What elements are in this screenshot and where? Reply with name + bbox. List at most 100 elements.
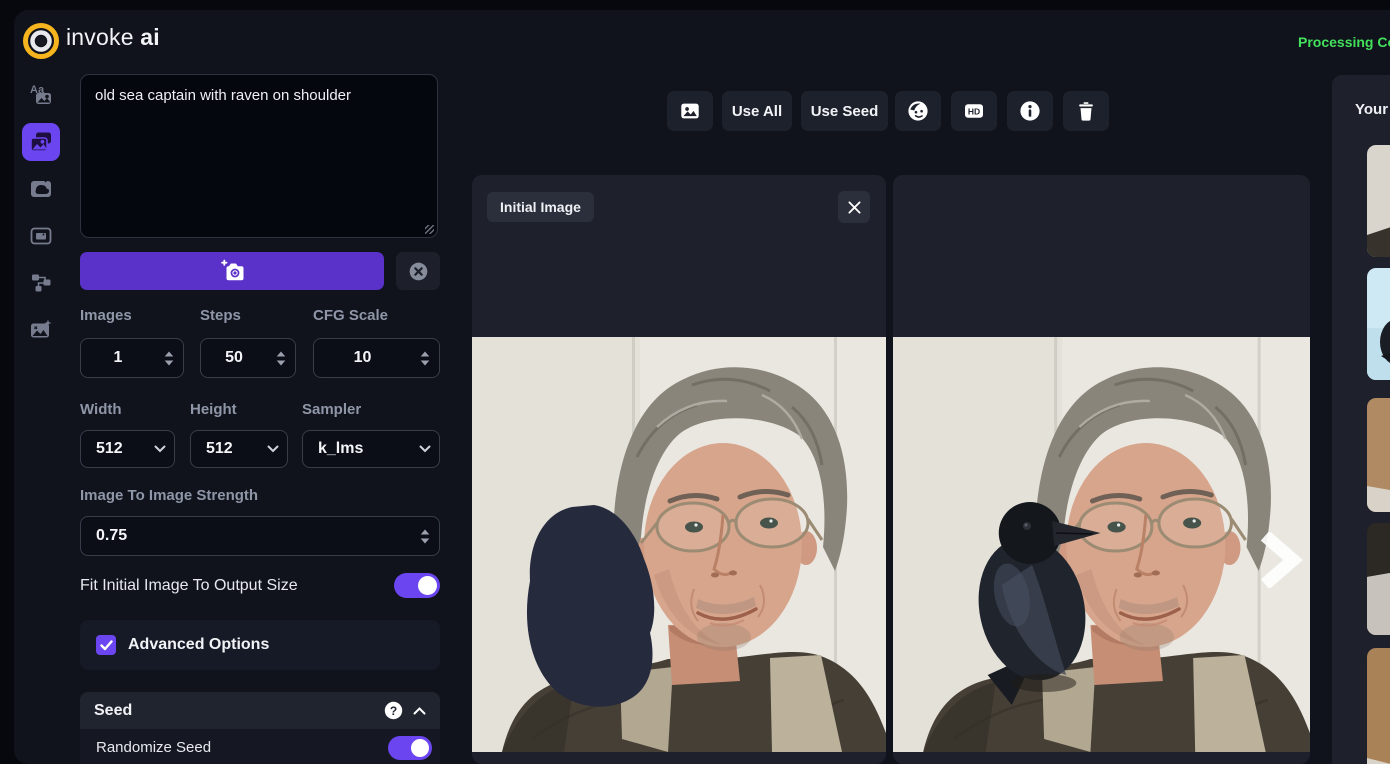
strength-input[interactable]: 0.75	[80, 516, 440, 556]
image-to-image-icon	[28, 129, 54, 155]
app-window: invoke ai Processing Complete Aa	[14, 10, 1390, 764]
outpainting-icon	[28, 223, 54, 249]
trash-icon	[1075, 100, 1097, 122]
images-value: 1	[81, 349, 155, 367]
images-label: Images	[80, 307, 132, 324]
image-icon	[679, 100, 701, 122]
invoke-button[interactable]	[80, 252, 384, 290]
seed-title: Seed	[94, 702, 384, 720]
close-icon	[848, 201, 861, 214]
upscale-button[interactable]: HD	[951, 91, 997, 131]
sidebar-item-outpainting[interactable]	[22, 217, 60, 255]
restore-faces-button[interactable]	[895, 91, 941, 131]
seed-accordion-header[interactable]: Seed ?	[80, 692, 440, 729]
initial-image-badge: Initial Image	[487, 192, 594, 222]
thumbnail-image	[1367, 398, 1390, 512]
cfg-scale-label: CFG Scale	[313, 307, 388, 324]
sidebar-item-text-to-image[interactable]: Aa	[22, 76, 60, 114]
sampler-label: Sampler	[302, 401, 361, 418]
initial-image[interactable]	[472, 337, 886, 752]
height-select[interactable]: 512	[190, 430, 288, 468]
sidebar-item-nodes[interactable]	[22, 264, 60, 302]
cfg-scale-input[interactable]: 10	[313, 338, 440, 378]
inpainting-icon	[28, 176, 54, 202]
randomize-seed-label: Randomize Seed	[96, 739, 211, 756]
advanced-options-label: Advanced Options	[128, 636, 269, 654]
svg-text:?: ?	[390, 704, 397, 718]
gallery-thumbnail[interactable]	[1367, 268, 1390, 380]
brand-bold: ai	[140, 24, 160, 50]
height-value: 512	[191, 440, 259, 458]
advanced-options-panel: Advanced Options	[80, 620, 440, 670]
help-icon: ?	[384, 701, 403, 720]
sidebar-item-inpainting[interactable]	[22, 170, 60, 208]
chevron-down-icon	[146, 445, 174, 453]
strength-value: 0.75	[81, 527, 411, 545]
gallery-thumbnail[interactable]	[1367, 398, 1390, 512]
steps-input[interactable]: 50	[200, 338, 296, 378]
width-value: 512	[81, 440, 146, 458]
result-image[interactable]	[893, 337, 1310, 752]
height-label: Height	[190, 401, 237, 418]
thumbnail-image	[1367, 145, 1390, 257]
sampler-value: k_lms	[303, 440, 411, 458]
processing-status: Processing Complete	[1298, 34, 1390, 50]
strength-label: Image To Image Strength	[80, 487, 258, 504]
randomize-seed-toggle[interactable]	[388, 736, 432, 760]
info-button[interactable]	[1007, 91, 1053, 131]
chevron-down-icon	[411, 445, 439, 453]
sampler-select[interactable]: k_lms	[302, 430, 440, 468]
gallery-thumbnail[interactable]	[1367, 648, 1390, 764]
images-input[interactable]: 1	[80, 338, 184, 378]
cfg-scale-value: 10	[314, 349, 411, 367]
thumbnail-image	[1367, 268, 1390, 380]
gallery-thumbnail[interactable]	[1367, 145, 1390, 257]
chevron-down-icon	[259, 445, 287, 453]
initial-image-close-button[interactable]	[838, 191, 870, 223]
use-all-button[interactable]: Use All	[722, 91, 792, 131]
stepper-icon[interactable]	[411, 351, 439, 366]
next-image-button[interactable]	[1260, 532, 1304, 593]
thumbnail-image	[1367, 648, 1390, 764]
nodes-icon	[28, 270, 54, 296]
seed-accordion-body: Randomize Seed	[80, 729, 440, 764]
toggle-knob	[411, 739, 429, 757]
advanced-options-checkbox[interactable]	[96, 635, 116, 655]
initial-image-panel: Initial Image	[472, 175, 886, 764]
camera-plus-icon	[219, 259, 246, 283]
send-to-image-button[interactable]	[667, 91, 713, 131]
fit-initial-image-toggle[interactable]	[394, 573, 440, 598]
result-image-panel	[893, 175, 1310, 764]
invoke-logo-icon	[22, 22, 60, 60]
stepper-icon[interactable]	[411, 529, 439, 544]
sidebar-item-post-processing[interactable]	[22, 311, 60, 349]
face-icon	[906, 99, 930, 123]
brand-title: invoke ai	[66, 24, 160, 51]
gallery-panel: Your Invocations	[1332, 75, 1390, 764]
post-processing-icon	[28, 317, 54, 343]
gallery-thumbnail[interactable]	[1367, 523, 1390, 635]
info-icon	[1018, 99, 1042, 123]
hd-icon: HD	[962, 99, 986, 123]
prompt-field-wrap: old sea captain with raven on shoulder	[80, 74, 438, 238]
cancel-button[interactable]	[396, 252, 440, 290]
width-select[interactable]: 512	[80, 430, 175, 468]
text-to-image-icon: Aa	[28, 82, 54, 108]
check-icon	[100, 640, 113, 651]
toggle-knob	[418, 576, 437, 595]
brand-regular: invoke	[66, 24, 134, 50]
stepper-icon[interactable]	[267, 351, 295, 366]
delete-image-button[interactable]	[1063, 91, 1109, 131]
stepper-icon[interactable]	[155, 351, 183, 366]
svg-text:HD: HD	[968, 107, 980, 117]
prompt-input[interactable]: old sea captain with raven on shoulder	[80, 74, 438, 238]
use-seed-button[interactable]: Use Seed	[801, 91, 888, 131]
chevron-up-icon	[413, 707, 426, 715]
sidebar-item-image-to-image[interactable]	[22, 123, 60, 161]
steps-value: 50	[201, 349, 267, 367]
chevron-right-icon	[1260, 532, 1304, 588]
close-circle-icon	[407, 260, 430, 283]
thumbnail-image	[1367, 523, 1390, 635]
gallery-title: Your Invocations	[1355, 101, 1390, 118]
width-label: Width	[80, 401, 122, 418]
